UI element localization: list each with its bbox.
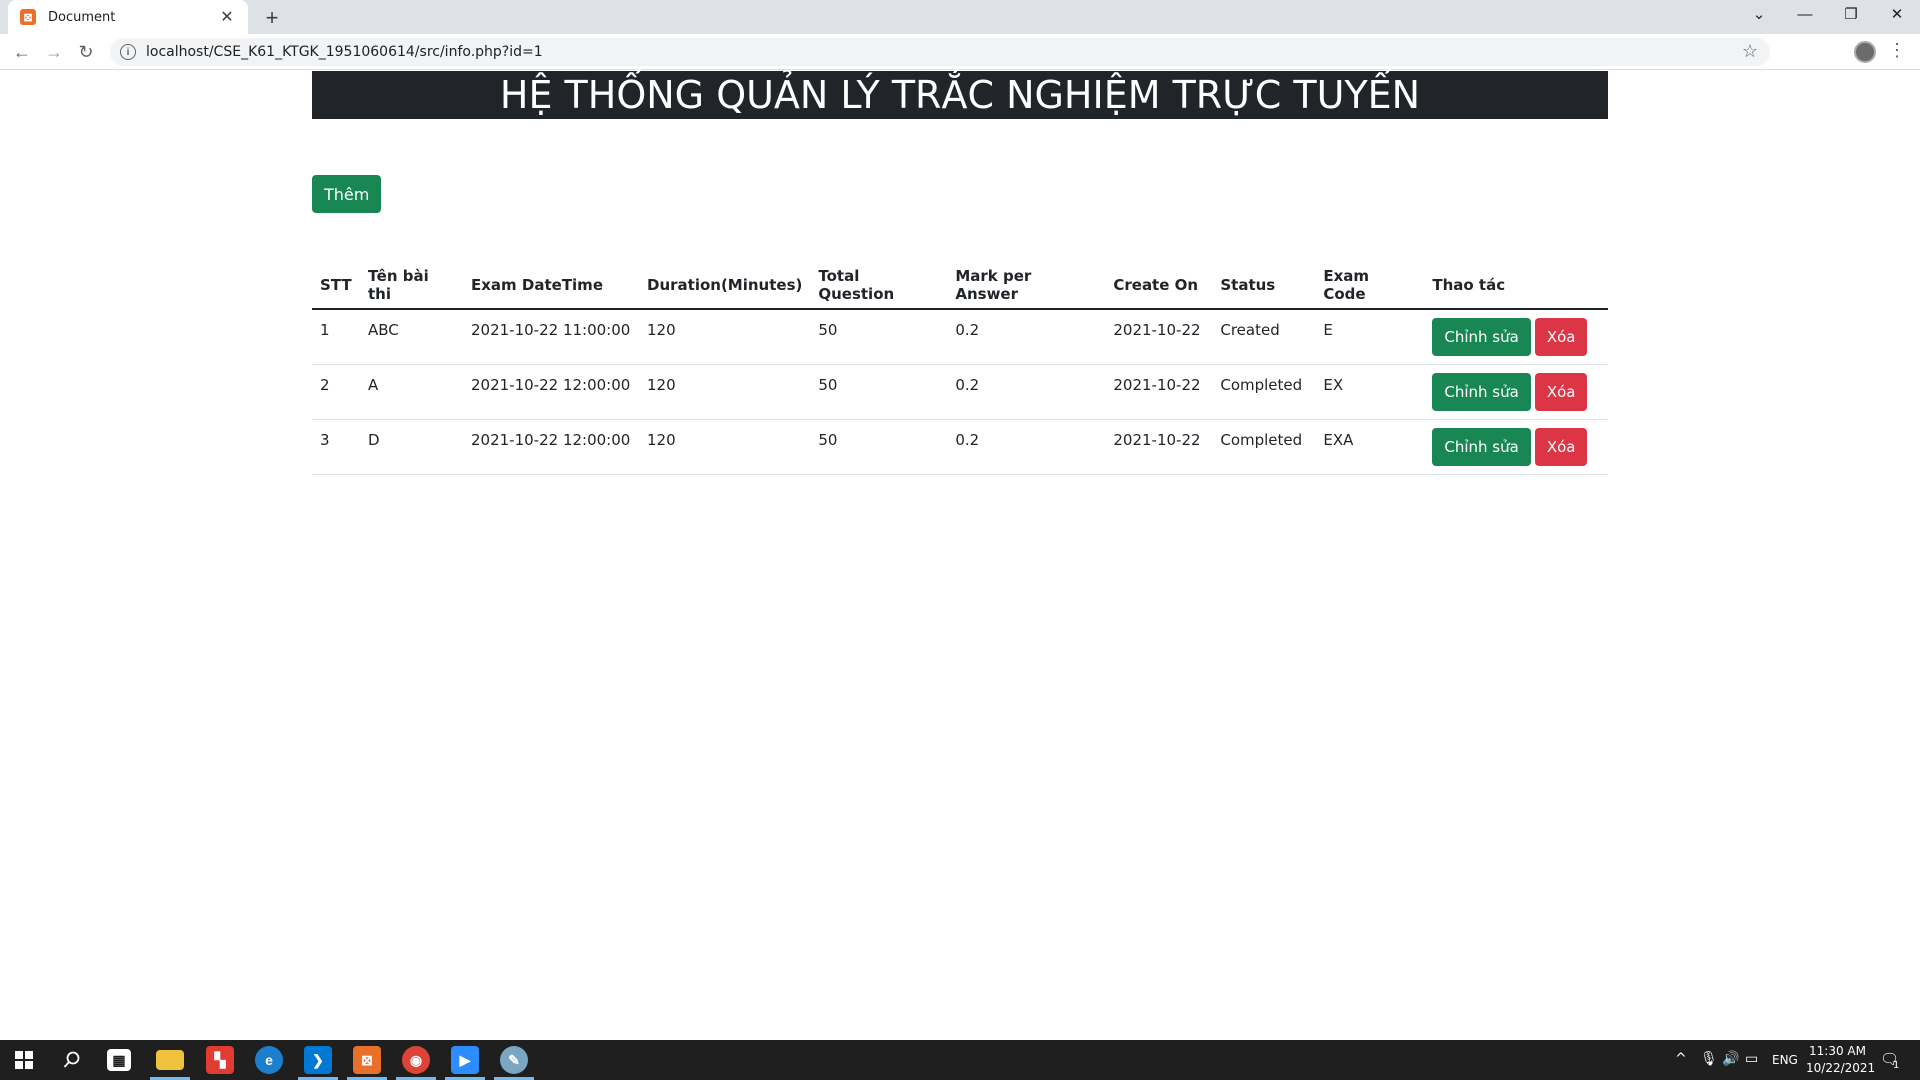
- cell-mark: 0.2: [947, 419, 1106, 475]
- column-header: STT: [312, 262, 360, 310]
- file-explorer-icon[interactable]: [156, 1050, 184, 1070]
- app-red-icon[interactable]: ▚: [206, 1046, 234, 1074]
- cell-status: Completed: [1212, 419, 1316, 475]
- browser-menu-icon[interactable]: ⋮: [1888, 40, 1906, 61]
- browser-tab[interactable]: ⊠ Document ✕: [8, 0, 248, 34]
- cell-total: 50: [810, 364, 948, 420]
- search-icon[interactable]: [58, 1046, 86, 1074]
- cell-stt: 2: [312, 364, 360, 420]
- cell-stt: 3: [312, 419, 360, 475]
- cell-actions: Chỉnh sửa Xóa: [1424, 364, 1608, 420]
- column-header: Exam Code: [1315, 262, 1425, 310]
- cell-actions: Chỉnh sửa Xóa: [1424, 419, 1608, 475]
- close-tab-icon[interactable]: ✕: [218, 7, 236, 27]
- vscode-icon[interactable]: ❯: [304, 1046, 332, 1074]
- clock-date[interactable]: 10/22/2021: [1806, 1061, 1875, 1075]
- cell-code: E: [1315, 309, 1425, 365]
- cell-name: ABC: [360, 309, 463, 365]
- cell-mark: 0.2: [947, 309, 1106, 365]
- table-row: 3 D 2021-10-22 12:00:00 120 50 0.2 2021-…: [312, 419, 1608, 475]
- column-header: Thao tác: [1424, 262, 1608, 310]
- page-title: HỆ THỐNG QUẢN LÝ TRẮC NGHIỆM TRỰC TUYẾN: [312, 71, 1608, 119]
- edit-button[interactable]: Chỉnh sửa: [1432, 318, 1531, 356]
- address-bar[interactable]: i localhost/CSE_K61_KTGK_1951060614/src/…: [110, 38, 1770, 66]
- windows-taskbar: ▦ ▚ e ❯ ⊠ ◉ ▶ ✎ ^ 🎙 🔊 ▭ ENG 11:30 AM 10/…: [0, 1040, 1920, 1080]
- restore-button[interactable]: ❐: [1828, 0, 1874, 28]
- column-header: Status: [1212, 262, 1316, 310]
- chrome-icon[interactable]: ◉: [402, 1046, 430, 1074]
- url-text[interactable]: localhost/CSE_K61_KTGK_1951060614/src/in…: [146, 44, 543, 60]
- cell-datetime: 2021-10-22 12:00:00: [463, 419, 639, 475]
- delete-button[interactable]: Xóa: [1534, 318, 1588, 356]
- cell-code: EXA: [1315, 419, 1425, 475]
- cell-status: Completed: [1212, 364, 1316, 420]
- column-header: Tên bài thi: [360, 262, 463, 310]
- cell-duration: 120: [639, 364, 811, 420]
- network-icon[interactable]: ▭: [1745, 1051, 1758, 1067]
- cell-name: D: [360, 419, 463, 475]
- paint-icon[interactable]: ✎: [500, 1046, 528, 1074]
- table-row: 1 ABC 2021-10-22 11:00:00 120 50 0.2 202…: [312, 309, 1608, 365]
- cell-created: 2021-10-22: [1105, 419, 1213, 475]
- back-arrow-icon[interactable]: ←: [8, 38, 36, 66]
- language-indicator[interactable]: ENG: [1772, 1053, 1798, 1067]
- table-header-row: STT Tên bài thi Exam DateTime Duration(M…: [312, 262, 1608, 310]
- edge-icon[interactable]: e: [255, 1046, 283, 1074]
- table-row: 2 A 2021-10-22 12:00:00 120 50 0.2 2021-…: [312, 364, 1608, 420]
- cell-datetime: 2021-10-22 11:00:00: [463, 309, 639, 365]
- cell-datetime: 2021-10-22 12:00:00: [463, 364, 639, 420]
- column-header: Exam DateTime: [463, 262, 639, 310]
- cell-created: 2021-10-22: [1105, 364, 1213, 420]
- cell-total: 50: [810, 309, 948, 365]
- edit-button[interactable]: Chỉnh sửa: [1432, 372, 1531, 411]
- browser-tab-bar: ⊠ Document ✕ + ⌄ — ❐ ✕: [0, 0, 1920, 34]
- tray-chevron-up-icon[interactable]: ^: [1675, 1051, 1687, 1067]
- column-header: Mark per Answer: [947, 262, 1106, 310]
- notification-count: 1: [1893, 1060, 1900, 1071]
- column-header: Total Question: [810, 262, 948, 310]
- bookmark-star-icon[interactable]: ☆: [1742, 41, 1758, 62]
- microphone-icon[interactable]: 🎙: [1700, 1051, 1718, 1067]
- exam-table: STT Tên bài thi Exam DateTime Duration(M…: [312, 262, 1608, 475]
- store-icon[interactable]: ▦: [107, 1049, 131, 1071]
- page-container: HỆ THỐNG QUẢN LÝ TRẮC NGHIỆM TRỰC TUYẾN …: [312, 71, 1608, 475]
- cell-duration: 120: [639, 419, 811, 475]
- xampp-icon: ⊠: [20, 9, 36, 25]
- minimize-button[interactable]: —: [1782, 0, 1828, 28]
- clock-time[interactable]: 11:30 AM: [1809, 1044, 1866, 1058]
- tab-title: Document: [48, 9, 116, 25]
- column-header: Create On: [1105, 262, 1213, 310]
- close-window-button[interactable]: ✕: [1874, 0, 1920, 28]
- volume-icon[interactable]: 🔊: [1722, 1051, 1739, 1067]
- tab-search-chevron-icon[interactable]: ⌄: [1736, 0, 1782, 28]
- delete-button[interactable]: Xóa: [1534, 427, 1588, 466]
- cell-created: 2021-10-22: [1105, 309, 1213, 365]
- xampp-icon[interactable]: ⊠: [353, 1046, 381, 1074]
- profile-avatar[interactable]: [1854, 41, 1876, 63]
- delete-button[interactable]: Xóa: [1534, 372, 1588, 411]
- cell-mark: 0.2: [947, 364, 1106, 420]
- edit-button[interactable]: Chỉnh sửa: [1432, 427, 1531, 466]
- site-info-icon[interactable]: i: [120, 44, 136, 60]
- forward-arrow-icon[interactable]: →: [40, 38, 68, 66]
- column-header: Duration(Minutes): [639, 262, 811, 310]
- new-tab-button[interactable]: +: [258, 4, 286, 32]
- zoom-icon[interactable]: ▶: [451, 1046, 479, 1074]
- cell-code: EX: [1315, 364, 1425, 420]
- add-button[interactable]: Thêm: [312, 175, 382, 213]
- cell-status: Created: [1212, 309, 1316, 365]
- windows-start-icon[interactable]: [10, 1046, 38, 1074]
- cell-stt: 1: [312, 309, 360, 365]
- reload-icon[interactable]: ↻: [72, 38, 100, 66]
- browser-toolbar: ← → ↻ i localhost/CSE_K61_KTGK_195106061…: [0, 34, 1920, 70]
- cell-actions: Chỉnh sửa Xóa: [1424, 309, 1608, 365]
- cell-name: A: [360, 364, 463, 420]
- cell-total: 50: [810, 419, 948, 475]
- cell-duration: 120: [639, 309, 811, 365]
